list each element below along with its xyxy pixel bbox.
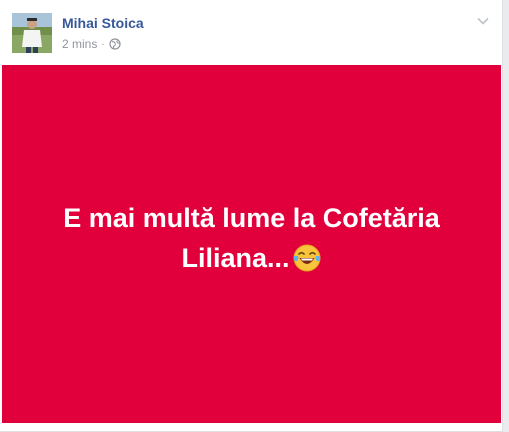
meta-separator: · [101,38,105,50]
post-header: Mihai Stoica 2 mins · [0,0,502,65]
author-name[interactable]: Mihai Stoica [62,15,144,31]
post-card: Mihai Stoica 2 mins · E mai multă lume l… [0,0,503,432]
chevron-down-icon[interactable] [476,14,490,28]
status-text: E mai multă lume la Cofetăria Liliana... [63,203,440,273]
status-background-block: E mai multă lume la Cofetăria Liliana... [2,65,501,423]
feed-page: Mihai Stoica 2 mins · E mai multă lume l… [0,0,509,432]
globe-icon[interactable] [109,38,121,50]
avatar[interactable] [12,13,52,53]
post-meta: 2 mins · [62,37,121,51]
laughing-tears-emoji-icon [292,243,322,273]
avatar-photo [12,13,52,53]
status-text-wrapper: E mai multă lume la Cofetăria Liliana... [32,198,472,278]
post-timestamp[interactable]: 2 mins [62,37,97,51]
